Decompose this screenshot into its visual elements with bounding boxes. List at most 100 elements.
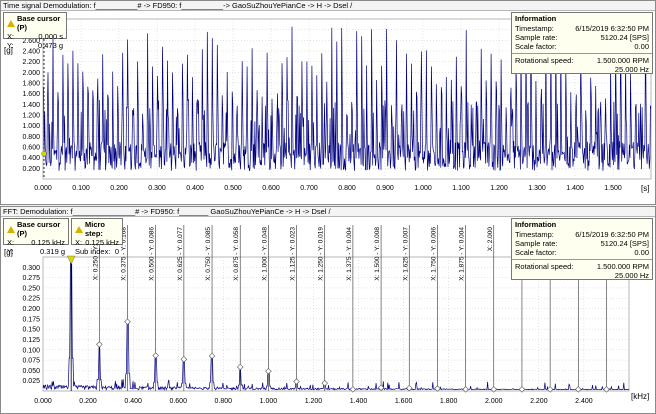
- harmonic-label: X: 1.375 - Y: 0.004: [346, 227, 353, 281]
- y-tick-label: 1.000: [22, 123, 40, 130]
- y-tick-label: 0.250: [22, 285, 40, 292]
- y-tick-label: 0.275: [22, 275, 40, 282]
- timestamp-label: Timestamp:: [515, 24, 554, 33]
- information-box[interactable]: Information Timestamp: 6/15/2019 6:32:50 …: [511, 218, 653, 280]
- base-cursor-box[interactable]: Base cursor (P) X: 0.125 kHz Y: 0.319 g: [3, 218, 69, 256]
- x-tick-label: 0.600: [262, 185, 280, 192]
- sub-index-label: Sub index:: [75, 247, 111, 256]
- x-tick-label: 1.200: [490, 185, 508, 192]
- y-tick-label: 2.200: [22, 59, 40, 66]
- sample-rate-label: Sample rate:: [515, 239, 558, 248]
- micro-x-value: 0.125 kHz: [85, 238, 119, 247]
- x-tick-label: 1.000: [414, 185, 432, 192]
- x-tick-label: 1.400: [566, 185, 584, 192]
- x-tick-label: 0.800: [338, 185, 356, 192]
- y-tick-label: 0.200: [22, 166, 40, 173]
- scale-factor-value: 0.00: [634, 248, 649, 257]
- x-tick-label: 0.900: [376, 185, 394, 192]
- x-tick-label: 1.000: [260, 398, 278, 405]
- harmonic-label: X: 1.125 - Y: 0.023: [290, 227, 297, 281]
- cursor-x-value: 0.000 s: [38, 32, 63, 41]
- y-tick-label: 0.600: [22, 145, 40, 152]
- y-tick-label: 0.025: [22, 378, 40, 385]
- x-axis-unit: [kHz]: [631, 392, 649, 401]
- cursor-y-label: Y:: [7, 247, 14, 256]
- y-tick-label: 0.300: [22, 265, 40, 272]
- timestamp-label: Timestamp:: [515, 230, 554, 239]
- x-tick-label: 0.700: [300, 185, 318, 192]
- fft-title: FFT: Demodulation: f_______________# -> …: [1, 207, 655, 217]
- harmonic-label: X: 0.875 - Y: 0.058: [233, 227, 240, 281]
- time-signal-title: Time signal Demodulation: f__________# -…: [1, 1, 655, 11]
- sample-rate-label: Sample rate:: [515, 33, 558, 42]
- x-tick-label: 0.600: [169, 398, 187, 405]
- harmonic-label: X: 1.750 - Y: 0.006: [430, 227, 437, 281]
- y-tick-label: 0.150: [22, 327, 40, 334]
- x-tick-label: 1.400: [350, 398, 368, 405]
- harmonic-label: X: 1.500 - Y: 0.008: [374, 227, 381, 281]
- cursor-x-label: X:: [7, 238, 15, 247]
- y-tick-label: 2.000: [22, 70, 40, 77]
- warning-icon: [7, 225, 15, 233]
- harmonic-label: X: 0.625 - Y: 0.077: [177, 227, 184, 281]
- harmonic-label: X: 1.250 - Y: 0.019: [318, 227, 325, 281]
- information-title: Information: [515, 220, 557, 229]
- rotational-speed-hz: 25.000 Hz: [614, 271, 649, 280]
- timestamp-value: 6/15/2019 6:32:50 PM: [575, 24, 649, 33]
- sub-index-value: 0: [114, 247, 119, 256]
- x-tick-label: 0.000: [34, 398, 52, 405]
- x-tick-label: 2.000: [485, 398, 503, 405]
- y-tick-label: 0.125: [22, 337, 40, 344]
- x-tick-label: 2.200: [530, 398, 548, 405]
- harmonic-label: X: 0.750 - Y: 0.085: [205, 227, 212, 281]
- y-tick-label: 0.225: [22, 296, 40, 303]
- y-tick-label: 1.200: [22, 113, 40, 120]
- scale-factor-value: 0.00: [634, 42, 649, 51]
- x-tick-label: 0.400: [186, 185, 204, 192]
- x-tick-label: 0.200: [79, 398, 97, 405]
- harmonic-label: X: 2.000: [487, 227, 494, 252]
- y-tick-label: 0.200: [22, 306, 40, 313]
- cursor-x-label: X:: [7, 32, 15, 41]
- x-tick-label: 0.000: [34, 185, 52, 192]
- base-cursor-marker[interactable]: [41, 151, 47, 157]
- base-cursor-box[interactable]: Base cursor (P) X: 0.000 s Y: 0.473 g: [3, 12, 67, 50]
- y-tick-label: 1.600: [22, 91, 40, 98]
- rotational-speed-rpm: 1.500.000 RPM: [596, 56, 649, 65]
- x-tick-label: 2.400: [575, 398, 593, 405]
- cursor-y-value: 0.319 g: [39, 247, 65, 256]
- x-tick-label: 0.300: [148, 185, 166, 192]
- y-tick-label: 0.800: [22, 134, 40, 141]
- micro-step-title: Micro step:: [85, 220, 106, 238]
- x-tick-label: 0.800: [215, 398, 233, 405]
- y-tick-label: 0.075: [22, 358, 40, 365]
- fft-pane[interactable]: FFT: Demodulation: f_______________# -> …: [0, 206, 656, 414]
- x-tick-label: 1.500: [604, 185, 622, 192]
- y-tick-label: 1.400: [22, 102, 40, 109]
- x-tick-label: 0.100: [72, 185, 90, 192]
- rotational-speed-rpm: 1.500.000 RPM: [596, 262, 649, 271]
- rotational-speed-label: Rotational speed:: [515, 262, 574, 271]
- x-tick-label: 0.500: [224, 185, 242, 192]
- x-tick-label: 1.800: [440, 398, 458, 405]
- scale-factor-label: Scale factor:: [515, 248, 557, 257]
- sample-rate-value: 5120.24 [SPS]: [600, 33, 649, 42]
- x-tick-label: 1.600: [395, 398, 413, 405]
- harmonic-label: X: 1.625 - Y: 0.007: [402, 227, 409, 281]
- y-tick-label: 0.175: [22, 316, 40, 323]
- cursor-y-value: 0.473 g: [37, 41, 63, 50]
- y-tick-label: 1.800: [22, 81, 40, 88]
- harmonic-label: X: 1.875 - Y: 0.004: [459, 227, 466, 281]
- information-box[interactable]: Information Timestamp: 6/15/2019 6:32:50 …: [511, 12, 653, 74]
- timestamp-value: 6/15/2019 6:32:50 PM: [575, 230, 649, 239]
- micro-step-box[interactable]: Micro step: X: 0.125 kHz Sub index: 0: [71, 218, 123, 256]
- x-tick-label: 1.200: [305, 398, 323, 405]
- y-tick-label: 0.400: [22, 155, 40, 162]
- sample-rate-value: 5120.24 [SPS]: [600, 239, 649, 248]
- rotational-speed-hz: 25.000 Hz: [614, 65, 649, 74]
- information-title: Information: [515, 14, 557, 23]
- base-cursor-title: Base cursor (P): [17, 14, 61, 32]
- time-signal-pane[interactable]: Time signal Demodulation: f__________# -…: [0, 0, 656, 205]
- warning-icon: [7, 19, 15, 27]
- x-tick-label: 0.200: [110, 185, 128, 192]
